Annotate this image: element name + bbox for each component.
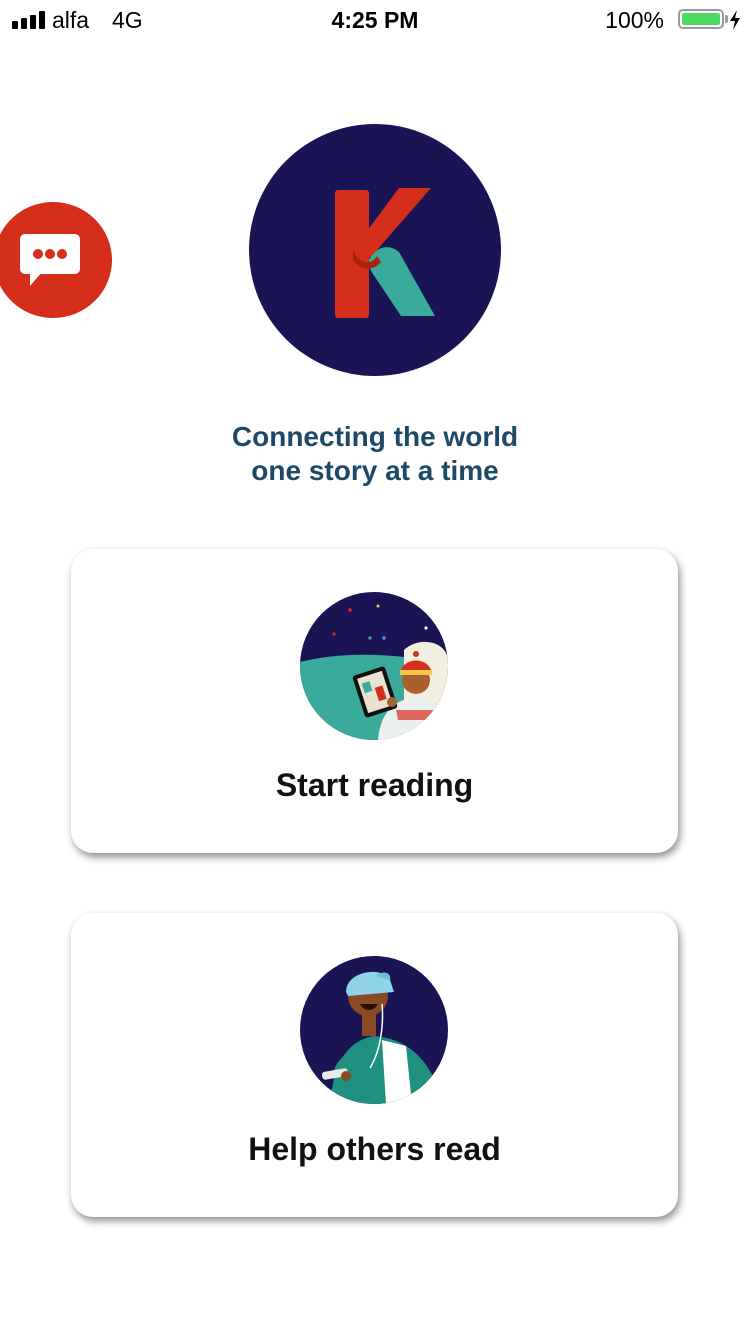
battery-icon [678, 9, 724, 29]
app-screen: alfa 4G 4:25 PM 100% Connecting the worl… [0, 0, 750, 1334]
chat-bubble-icon [20, 234, 80, 286]
helper-illustration [300, 956, 448, 1104]
status-bar: alfa 4G 4:25 PM 100% [0, 0, 750, 40]
tagline-line-2: one story at a time [251, 455, 499, 486]
charging-bolt-icon [730, 10, 740, 30]
help-others-read-label: Help others read [248, 1131, 501, 1167]
app-logo [249, 124, 501, 376]
start-reading-card[interactable]: Start reading [71, 549, 678, 853]
start-reading-label: Start reading [275, 767, 474, 803]
tagline-line-1: Connecting the world [231, 421, 519, 452]
chat-support-button[interactable] [0, 202, 112, 318]
reader-illustration [300, 592, 448, 740]
help-others-read-card[interactable]: Help others read [71, 913, 678, 1217]
tagline: Connecting the world one story at a time [0, 420, 750, 488]
battery-percent: 100% [605, 7, 664, 33]
